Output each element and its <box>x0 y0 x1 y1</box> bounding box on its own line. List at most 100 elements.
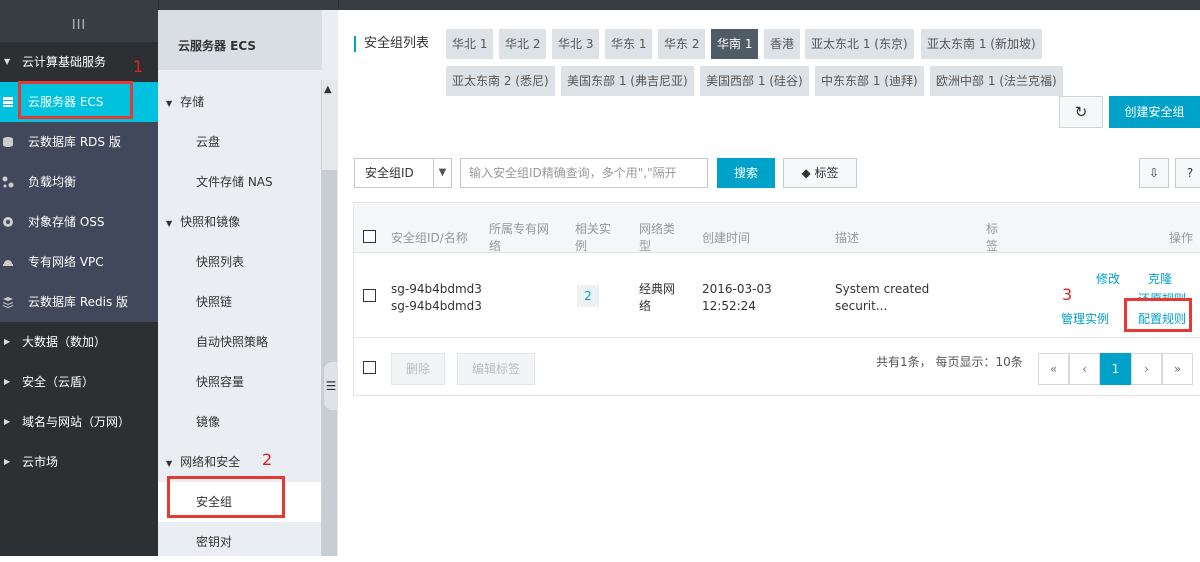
annotation-number: 3 <box>1062 285 1073 304</box>
nav-item-label: 对象存储 OSS <box>28 215 105 229</box>
nav-item-rds[interactable]: 云数据库 RDS 版 <box>0 122 158 162</box>
sub-nav-item-snapshot-capacity[interactable]: 快照容量 <box>196 362 244 402</box>
region-tab[interactable]: 亚太东南 2 (悉尼) <box>446 66 555 96</box>
annotation-number: 1 <box>133 57 144 76</box>
nav-item-label: 云数据库 Redis 版 <box>28 295 129 309</box>
refresh-button[interactable]: ↻ <box>1059 96 1103 128</box>
header-description: 描述 <box>835 231 860 245</box>
description-line: securit... <box>835 299 888 313</box>
pagination-info: 共有1条， 每页显示：10条 <box>876 355 1023 369</box>
region-tab[interactable]: 中东东部 1 (迪拜) <box>815 66 924 96</box>
network-type-line: 经典网 <box>639 282 676 296</box>
export-button[interactable]: ⇩ <box>1139 158 1169 188</box>
network-type: 经典网络 <box>639 281 675 315</box>
sub-nav-item-keypair[interactable]: 密钥对 <box>196 522 232 562</box>
load-balancer-icon <box>2 176 14 188</box>
search-button[interactable]: 搜索 <box>717 158 775 188</box>
nav-item-oss[interactable]: 对象存储 OSS <box>0 202 158 242</box>
nav-collapse-button[interactable]: III <box>0 10 158 42</box>
nav-item-vpc[interactable]: 专有网络 VPC <box>0 242 158 282</box>
sub-nav: 云服务器 ECS ▼ 存储 云盘 文件存储 NAS ▼ 快照和镜像 快照列表 快照链… <box>158 10 338 556</box>
region-tab[interactable]: 亚太东北 1 (东京) <box>805 29 914 59</box>
region-tab-active[interactable]: 华南 1 <box>711 29 759 59</box>
server-icon <box>3 97 13 107</box>
edit-tags-button[interactable]: 编辑标签 <box>457 353 536 385</box>
manage-instances-link[interactable]: 管理实例 <box>1061 310 1109 327</box>
page-current-button[interactable]: 1 <box>1100 353 1131 385</box>
header-instances: 相关实例 <box>575 221 611 255</box>
help-button[interactable]: ? <box>1175 158 1200 188</box>
header-network-type: 网络类型 <box>639 221 675 255</box>
table-row: sg-94b4bdmd3 sg-94b4bdmd3 2 经典网络 2016-03… <box>354 254 1200 338</box>
modify-link[interactable]: 修改 <box>1096 270 1120 287</box>
region-tab[interactable]: 华北 3 <box>552 29 600 59</box>
annotation-box-2 <box>167 476 285 518</box>
nav-group-bigdata[interactable]: ▶ 大数据（数加） <box>0 322 158 362</box>
delete-button[interactable]: 删除 <box>391 353 446 385</box>
row-checkbox[interactable] <box>363 289 376 302</box>
nav-group-security[interactable]: ▶ 安全（云盾） <box>0 362 158 402</box>
sub-nav-section-storage[interactable]: ▼ 存储 <box>166 82 204 122</box>
security-group-name: sg-94b4bdmd3 <box>391 299 482 313</box>
sub-nav-item-snapshot-chain[interactable]: 快照链 <box>196 282 232 322</box>
sub-nav-item-image[interactable]: 镜像 <box>196 402 220 442</box>
nav-group-domain[interactable]: ▶ 域名与网站（万网） <box>0 402 158 442</box>
header-id: 安全组ID/名称 <box>391 231 468 245</box>
header-instances-line: 例 <box>575 239 588 253</box>
tag-icon: ◆ <box>801 166 811 180</box>
table-footer: 删除 编辑标签 共有1条， 每页显示：10条 « ‹ 1 › » <box>354 339 1200 395</box>
page-last-button[interactable]: » <box>1162 353 1193 385</box>
sub-nav-item-nas[interactable]: 文件存储 NAS <box>196 162 273 202</box>
create-security-group-button[interactable]: 创建安全组 <box>1109 96 1200 128</box>
tag-filter-button[interactable]: ◆ 标签 <box>783 158 857 188</box>
sub-nav-item-auto-snapshot[interactable]: 自动快照策略 <box>196 322 268 362</box>
footer-select-all-checkbox[interactable] <box>363 361 376 374</box>
header-type-line: 网络类 <box>639 222 676 236</box>
caret-down-icon: ▼ <box>4 57 11 66</box>
nav-item-slb[interactable]: 负载均衡 <box>0 162 158 202</box>
nav-group-market[interactable]: ▶ 云市场 <box>0 442 158 482</box>
select-all-checkbox[interactable] <box>363 230 376 243</box>
page-prev-button[interactable]: ‹ <box>1069 353 1100 385</box>
network-icon <box>3 260 13 266</box>
header-vpc: 所属专有网络 <box>489 221 549 255</box>
region-tab[interactable]: 亚太东南 1 (新加坡) <box>921 29 1042 59</box>
sub-nav-item-disk[interactable]: 云盘 <box>196 122 220 162</box>
collapse-subnav-icon[interactable]: ☰ <box>324 362 338 410</box>
instance-count-link[interactable]: 2 <box>577 285 599 307</box>
region-tab[interactable]: 香港 <box>764 29 801 59</box>
scroll-up-icon[interactable]: ▲ <box>324 84 332 95</box>
annotation-number: 2 <box>262 450 273 469</box>
sub-nav-item-snapshot-list[interactable]: 快照列表 <box>196 242 244 282</box>
search-field-value: 安全组ID <box>365 166 414 180</box>
chevron-down-icon: ▼ <box>433 159 451 187</box>
page-next-button[interactable]: › <box>1131 353 1162 385</box>
security-group-table: 安全组ID/名称 所属专有网络 相关实例 网络类型 创建时间 描述 标签 操作 … <box>353 202 1200 396</box>
sub-nav-section-snapshot[interactable]: ▼ 快照和镜像 <box>166 202 240 242</box>
header-created: 创建时间 <box>702 231 751 245</box>
region-tab[interactable]: 欧洲中部 1 (法兰克福) <box>930 66 1063 96</box>
search-field-select[interactable]: 安全组ID ▼ <box>354 158 452 188</box>
header-vpc-line: 所属专有网 <box>489 222 550 236</box>
created-time: 2016-03-03 12:52:24 <box>702 281 772 315</box>
nav-item-label: 负载均衡 <box>28 175 77 189</box>
nav-item-redis[interactable]: 云数据库 Redis 版 <box>0 282 158 322</box>
caret-down-icon: ▼ <box>166 99 173 108</box>
page-first-button[interactable]: « <box>1038 353 1069 385</box>
region-tab[interactable]: 华东 2 <box>658 29 706 59</box>
tag-label: 标签 <box>814 166 839 180</box>
section-label: 快照和镜像 <box>180 215 241 229</box>
annotation-box-3 <box>1124 298 1192 332</box>
top-bar-divider <box>158 0 159 10</box>
caret-right-icon: ▶ <box>4 457 11 466</box>
sub-nav-scrollbar[interactable]: ▲ <box>321 80 338 556</box>
clone-link[interactable]: 克隆 <box>1148 270 1172 287</box>
region-tab[interactable]: 美国东部 1 (弗吉尼亚) <box>561 66 694 96</box>
nav-group-label: 云市场 <box>22 455 59 469</box>
region-tab[interactable]: 华北 1 <box>446 29 494 59</box>
search-input[interactable]: 输入安全组ID精确查询，多个用","隔开 <box>460 158 708 188</box>
region-tab[interactable]: 华北 2 <box>499 29 547 59</box>
region-tab[interactable]: 美国西部 1 (硅谷) <box>700 66 809 96</box>
caret-right-icon: ▶ <box>4 377 11 386</box>
region-tab[interactable]: 华东 1 <box>605 29 653 59</box>
